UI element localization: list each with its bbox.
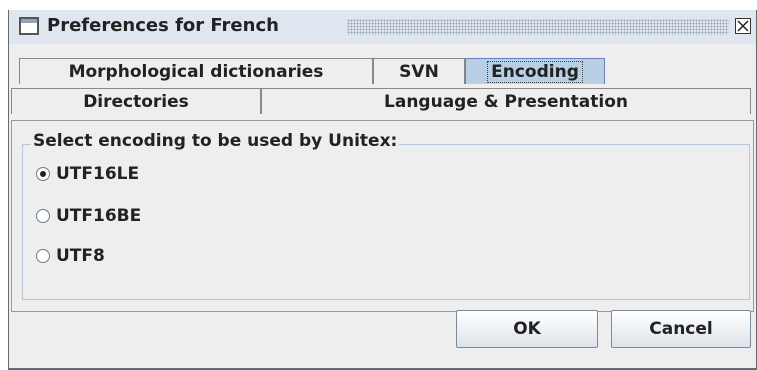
- tab-label: Directories: [83, 92, 189, 112]
- tab-label: Morphological dictionaries: [68, 62, 324, 82]
- tab-label: Language & Presentation: [384, 92, 628, 112]
- close-icon[interactable]: [735, 18, 751, 34]
- tab-label: SVN: [399, 62, 439, 82]
- ok-button[interactable]: OK: [456, 310, 598, 348]
- tab-directories[interactable]: Directories: [11, 88, 261, 114]
- encoding-group-label: Select encoding to be used by Unitex:: [31, 131, 400, 151]
- radio-indicator: [36, 167, 50, 181]
- tab-morphological-dictionaries[interactable]: Morphological dictionaries: [19, 58, 373, 84]
- radio-indicator: [36, 209, 50, 223]
- radio-label: UTF16BE: [56, 206, 142, 226]
- radio-label: UTF8: [56, 246, 105, 266]
- window-icon: [19, 17, 39, 35]
- title-bar[interactable]: Preferences for French: [9, 10, 756, 44]
- radio-indicator: [36, 249, 50, 263]
- radio-utf16be[interactable]: UTF16BE: [36, 205, 141, 227]
- tab-svn[interactable]: SVN: [373, 58, 465, 84]
- cancel-button[interactable]: Cancel: [611, 310, 751, 348]
- radio-label: UTF16LE: [56, 164, 140, 184]
- preferences-dialog: Preferences for French Morphological dic…: [8, 10, 757, 370]
- title-bar-grip: [347, 19, 729, 35]
- radio-utf16le[interactable]: UTF16LE: [36, 163, 139, 185]
- tab-language-presentation[interactable]: Language & Presentation: [261, 88, 751, 114]
- tab-label: Encoding: [487, 61, 583, 83]
- radio-utf8[interactable]: UTF8: [36, 245, 105, 267]
- tab-encoding[interactable]: Encoding: [465, 58, 605, 84]
- window-title: Preferences for French: [47, 15, 279, 36]
